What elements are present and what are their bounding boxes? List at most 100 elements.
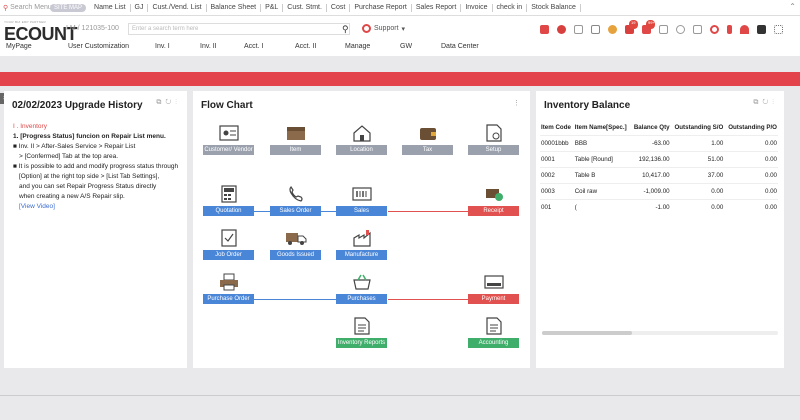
quick-link-cust-vend-list[interactable]: Cust./Vend. List <box>148 3 207 12</box>
item-name[interactable]: Table [Round] <box>573 150 631 167</box>
flow-node-sales-order[interactable]: Sales Order <box>270 184 321 216</box>
table-row[interactable]: 00001bbb BBB -63.00 1.00 0.00 <box>540 134 778 151</box>
item-code[interactable]: 001 <box>540 198 574 215</box>
calendar-icon[interactable] <box>693 25 702 34</box>
logout-icon[interactable] <box>757 25 766 34</box>
search-icon[interactable]: ⚲ <box>342 24 349 35</box>
site-map-button[interactable]: SITE MAP <box>50 3 87 12</box>
support-button[interactable]: Support ▾ <box>362 24 405 33</box>
menu-manage[interactable]: Manage <box>345 43 370 50</box>
flow-node-sales[interactable]: Sales <box>336 184 387 216</box>
flow-node-setup[interactable]: Setup <box>468 123 519 155</box>
menu-data-center[interactable]: Data Center <box>441 43 479 50</box>
flow-node-accounting-reports[interactable]: Accounting Reports <box>468 316 519 356</box>
caret-down-icon: ▾ <box>401 25 406 33</box>
alert-icon[interactable] <box>557 25 566 34</box>
quick-link-cost[interactable]: Cost <box>327 3 351 12</box>
balance-qty: 192,136.00 <box>630 150 671 167</box>
column-header[interactable]: Balance Qty <box>631 121 671 135</box>
flag-icon[interactable] <box>727 25 732 34</box>
menu-gw[interactable]: GW <box>400 43 412 50</box>
bookmark-icon[interactable] <box>574 25 583 34</box>
quick-link-invoice[interactable]: Invoice <box>461 3 493 12</box>
message-icon[interactable]: 99+ <box>642 20 655 34</box>
quick-link-pl[interactable]: P&L <box>261 3 284 12</box>
grid-menu-icon[interactable] <box>774 25 783 34</box>
item-code[interactable]: 00001bbb <box>540 134 574 151</box>
chat-icon[interactable] <box>676 25 685 34</box>
flow-node-goods-issued[interactable]: Goods Issued <box>270 228 321 260</box>
flow-node-inventory-reports[interactable]: Inventory Reports <box>336 316 387 348</box>
trash-icon[interactable] <box>591 25 600 34</box>
flow-node-customer-vendor[interactable]: Customer/ Vendor <box>203 123 254 155</box>
more-icon[interactable]: ⋮ <box>175 99 181 106</box>
more-icon[interactable]: ⋮ <box>772 99 778 106</box>
quick-link-balance-sheet[interactable]: Balance Sheet <box>207 3 262 12</box>
mail-icon[interactable] <box>659 25 668 34</box>
notification-icon[interactable]: 19 <box>625 20 638 34</box>
item-name[interactable]: BBB <box>573 134 631 151</box>
item-name[interactable]: Coil raw <box>573 182 631 199</box>
flow-node-location[interactable]: Location <box>336 123 387 155</box>
flow-node-purchase-order[interactable]: Purchase Order <box>203 272 254 304</box>
inventory-table: Item Code Item Name[Spec.] Balance Qty O… <box>540 121 778 215</box>
view-video-link[interactable]: [View Video] <box>13 202 188 212</box>
column-header[interactable]: Item Name[Spec.] <box>574 121 631 135</box>
flow-label: Manufacture <box>336 250 387 260</box>
column-header[interactable]: Outstanding P/O <box>724 121 778 135</box>
quick-link-cust-stmt[interactable]: Cust. Stmt. <box>283 3 327 12</box>
item-name[interactable]: ( <box>573 198 631 215</box>
flow-node-tax[interactable]: Tax <box>402 123 453 155</box>
flow-label: Item <box>270 145 321 155</box>
lightbulb-icon[interactable] <box>608 25 617 34</box>
flow-node-receipt[interactable]: Receipt <box>468 184 519 216</box>
menu-search[interactable]: ⚲ Search Menu <box>0 4 52 12</box>
ecount-logo[interactable]: YOUR BIZ ERP PARTNER ECOUNT <box>4 20 78 45</box>
chevron-up-icon[interactable]: ⌃ <box>789 2 796 11</box>
refresh-icon[interactable]: ↻ <box>762 99 772 106</box>
global-search-input[interactable]: Enter a search term here <box>128 23 350 35</box>
scrollbar-thumb[interactable] <box>542 331 632 335</box>
expand-icon[interactable]: ⧉ <box>753 99 762 106</box>
panel-tools: ⧉↻⋮ <box>753 99 778 107</box>
flow-label: Inventory Reports <box>336 338 387 348</box>
user-icon[interactable] <box>740 25 749 34</box>
menu-mypage[interactable]: MyPage <box>6 43 32 50</box>
menu-acct-1[interactable]: Acct. I <box>244 43 263 50</box>
flow-node-quotation[interactable]: Quotation <box>203 184 254 216</box>
menu-acct-2[interactable]: Acct. II <box>295 43 316 50</box>
table-row[interactable]: 001 ( -1.00 0.00 0.00 <box>540 198 778 215</box>
column-header[interactable]: Outstanding S/O <box>671 121 725 135</box>
quick-link-gj[interactable]: GJ <box>131 3 149 12</box>
flow-node-manufacture[interactable]: Manufacture <box>336 228 387 260</box>
quick-link-name-list[interactable]: Name List <box>90 3 131 12</box>
refresh-icon[interactable]: ↻ <box>165 99 175 106</box>
menu-inv-1[interactable]: Inv. I <box>155 43 170 50</box>
flow-node-item[interactable]: Item <box>270 123 321 155</box>
item-name[interactable]: Table B <box>573 166 631 183</box>
menu-inv-2[interactable]: Inv. II <box>200 43 217 50</box>
outstanding-so: 0.00 <box>670 182 725 199</box>
report-icon <box>351 316 373 336</box>
flow-node-payment[interactable]: Payment <box>468 272 519 304</box>
quick-link-sales-report[interactable]: Sales Report <box>412 3 462 12</box>
flow-node-job-order[interactable]: Job Order <box>203 228 254 260</box>
item-code[interactable]: 0001 <box>540 150 574 167</box>
expand-icon[interactable]: ⧉ <box>156 99 165 106</box>
flow-node-purchases[interactable]: Purchases <box>336 272 387 304</box>
quick-link-check-in[interactable]: check in <box>493 3 528 12</box>
quick-link-purchase-report[interactable]: Purchase Report <box>350 3 412 12</box>
more-icon[interactable]: ⋮ <box>513 99 524 107</box>
item-code[interactable]: 0003 <box>540 182 574 199</box>
quick-link-stock-balance[interactable]: Stock Balance <box>527 3 581 12</box>
table-row[interactable]: 0003 Coil raw -1,009.00 0.00 0.00 <box>540 182 778 199</box>
inventory-balance-panel: Inventory Balance ⧉↻⋮ Item Code Item Nam… <box>536 91 784 368</box>
table-row[interactable]: 0002 Table B 10,417.00 37.00 0.00 <box>540 166 778 183</box>
inbox-icon[interactable] <box>540 25 549 34</box>
column-header[interactable]: Item Code <box>540 121 574 135</box>
table-row[interactable]: 0001 Table [Round] 192,136.00 51.00 0.00 <box>540 150 778 167</box>
clock-icon[interactable] <box>710 25 719 34</box>
item-code[interactable]: 0002 <box>540 166 574 183</box>
menu-user-customization[interactable]: User Customization <box>68 43 129 50</box>
balance-qty: -63.00 <box>630 134 671 151</box>
